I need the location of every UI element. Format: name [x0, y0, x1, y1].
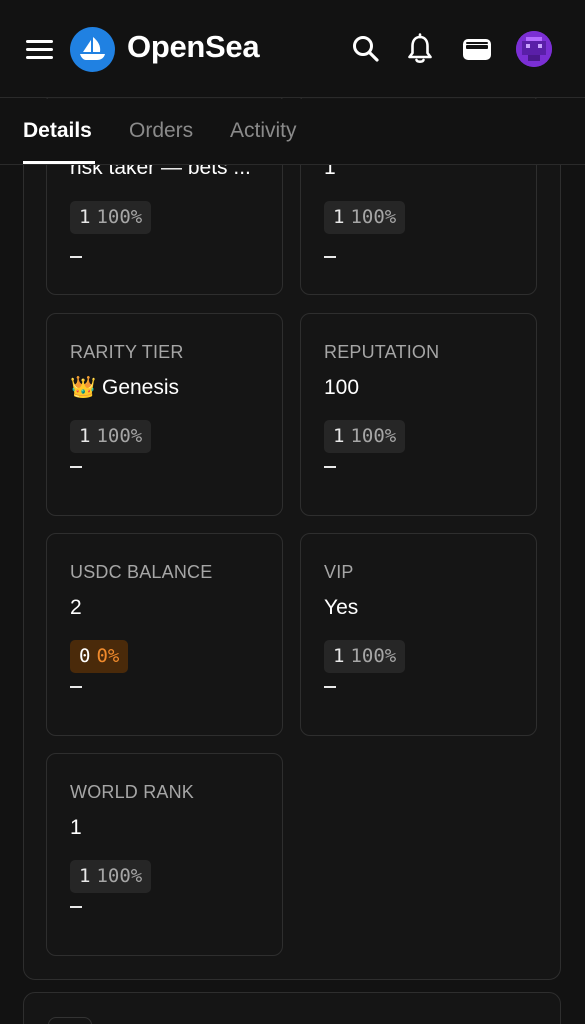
trait-rarity-badge: 1 100% [70, 420, 152, 453]
trait-floor-price [70, 256, 82, 258]
tab-orders[interactable]: Orders [129, 119, 193, 143]
trait-floor-price [70, 686, 82, 688]
menu-icon[interactable] [26, 40, 53, 59]
wallet-icon[interactable] [460, 32, 494, 66]
bell-icon[interactable] [403, 32, 437, 66]
trait-type-label: USDC BALANCE [70, 562, 213, 582]
active-tab-indicator [23, 161, 95, 164]
trait-rarity-badge: 1 100% [324, 420, 406, 453]
trait-value: 👑 Genesis [70, 376, 180, 399]
trait-type-label: REPUTATION [324, 342, 440, 362]
section-icon [48, 1017, 92, 1024]
trait-rarity-badge: 1 100% [70, 201, 152, 234]
trait-rarity-badge: 1 100% [70, 860, 152, 893]
trait-type-label: VIP [324, 562, 354, 582]
next-section-panel[interactable] [23, 992, 561, 1024]
trait-value: 2 [70, 596, 82, 619]
trait-floor-price [324, 466, 336, 468]
trait-card[interactable]: REPUTATION 100 1 100% [300, 313, 537, 516]
trait-card[interactable]: RARITY TIER 👑 Genesis 1 100% [46, 313, 283, 516]
trait-type-label: WORLD RANK [70, 782, 195, 802]
tab-bar: Details Orders Activity [0, 99, 585, 165]
tab-activity[interactable]: Activity [230, 119, 297, 143]
trait-floor-price [70, 906, 82, 908]
trait-rarity-badge: 1 100% [324, 201, 406, 234]
trait-rarity-badge: 0 0% [70, 640, 129, 673]
trait-card[interactable]: USDC BALANCE 2 0 0% [46, 533, 283, 736]
trait-value: Yes [324, 596, 359, 619]
trait-card[interactable]: VIP Yes 1 100% [300, 533, 537, 736]
trait-floor-price [70, 466, 82, 468]
tab-details[interactable]: Details [23, 119, 92, 143]
top-navigation-bar: OpenSea [0, 0, 585, 98]
trait-value: 1 [70, 816, 82, 839]
search-icon[interactable] [349, 32, 383, 66]
trait-value: 100 [324, 376, 360, 399]
trait-card[interactable]: WORLD RANK 1 1 100% [46, 753, 283, 956]
trait-rarity-badge: 1 100% [324, 640, 406, 673]
avatar[interactable] [516, 31, 552, 67]
brand-name[interactable]: OpenSea [127, 29, 260, 65]
trait-floor-price [324, 686, 336, 688]
trait-floor-price [324, 256, 336, 258]
trait-type-label: RARITY TIER [70, 342, 184, 362]
opensea-logo-icon[interactable] [70, 27, 115, 72]
